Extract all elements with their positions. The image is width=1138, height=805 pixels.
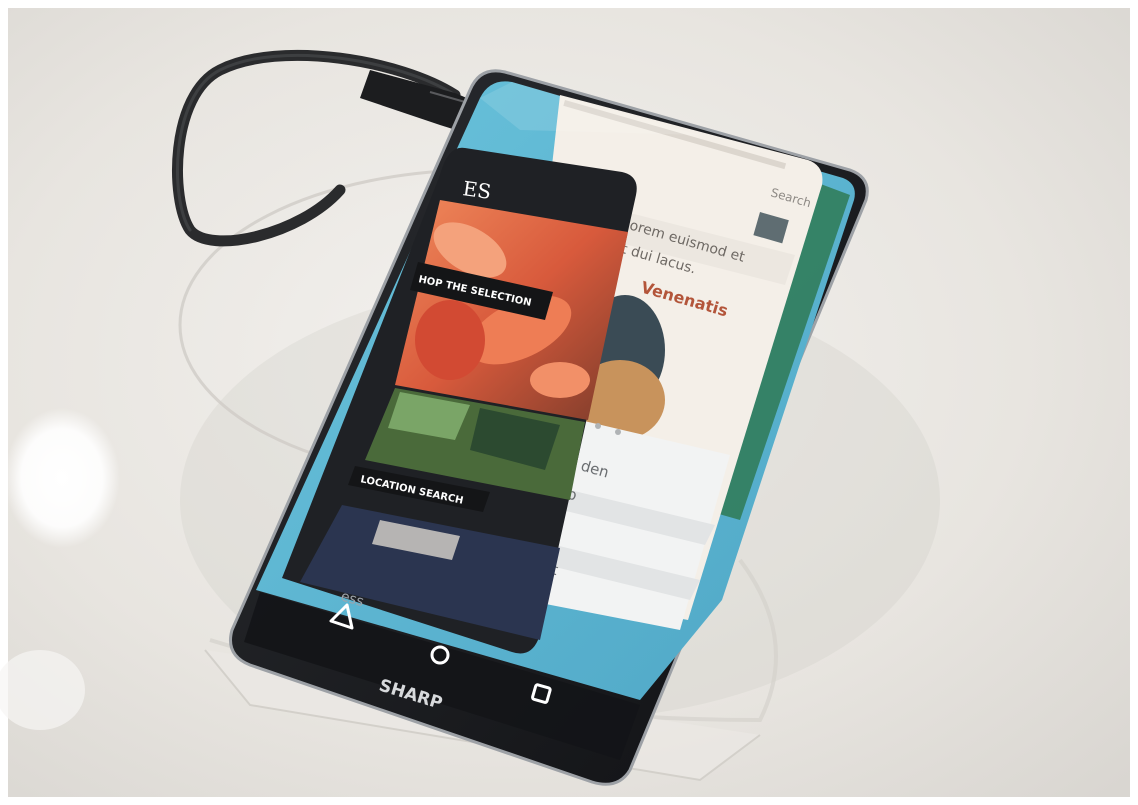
product-photo: Search lorem euismod et ut dui lacus. Ve… <box>0 0 1138 805</box>
light-glare <box>4 408 120 548</box>
shop-header-text: ES <box>461 176 492 204</box>
